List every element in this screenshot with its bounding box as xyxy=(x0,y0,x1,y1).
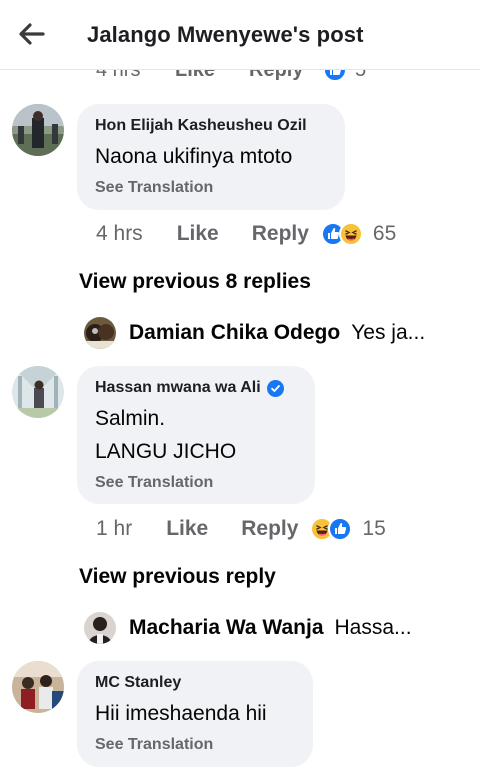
avatar xyxy=(84,612,116,644)
comment-time: 4 hrs xyxy=(96,222,143,245)
comment-actions: 1 hr Like Reply 15 xyxy=(96,515,386,543)
top-bar: Jalango Mwenyewe's post xyxy=(0,0,480,70)
comment-bubble[interactable]: Hon Elijah Kasheusheu Ozil Naona ukifiny… xyxy=(77,104,345,210)
comment-text: Naona ukifinya mtoto xyxy=(95,145,293,168)
see-translation-link[interactable]: See Translation xyxy=(95,474,297,492)
like-button[interactable]: Like xyxy=(166,517,208,541)
comment-author-name[interactable]: Hassan mwana wa Ali xyxy=(95,379,261,397)
see-translation-link[interactable]: See Translation xyxy=(95,179,327,197)
back-arrow-icon xyxy=(19,23,45,45)
view-previous-replies-link[interactable]: View previous 8 replies xyxy=(79,270,311,294)
reply-text: Yes ja... xyxy=(351,321,426,344)
reply-preview[interactable]: Damian Chika Odego Yes ja... xyxy=(84,317,474,349)
reaction-count[interactable]: 65 xyxy=(373,222,396,246)
comment-author[interactable]: MC Stanley xyxy=(95,674,295,692)
verified-badge-icon xyxy=(266,379,284,397)
haha-icon xyxy=(338,222,363,246)
page-title: Jalango Mwenyewe's post xyxy=(87,22,364,47)
comment-time: 1 hr xyxy=(96,517,133,540)
comment-text-line-1: Salmin. xyxy=(95,407,166,430)
comment-author[interactable]: Hon Elijah Kasheusheu Ozil xyxy=(95,117,327,135)
reactions[interactable] xyxy=(320,222,363,246)
reactions[interactable] xyxy=(310,517,353,541)
comment-text-line-2: LANGU JICHO xyxy=(95,440,237,463)
avatar[interactable] xyxy=(12,366,64,418)
reply-button[interactable]: Reply xyxy=(252,222,309,246)
like-button[interactable]: Like xyxy=(177,222,219,246)
comment-bubble[interactable]: Hassan mwana wa Ali Salmin. LANGU JICHO … xyxy=(77,366,315,504)
avatar xyxy=(84,317,116,349)
view-previous-reply-link[interactable]: View previous reply xyxy=(79,565,276,589)
comment-actions: 4 hrs Like Reply 65 xyxy=(96,220,396,248)
see-translation-link[interactable]: See Translation xyxy=(95,736,295,754)
comment-author[interactable]: Hassan mwana wa Ali xyxy=(95,379,297,397)
reply-preview[interactable]: Macharia Wa Wanja Hassa... xyxy=(84,612,474,644)
reaction-count[interactable]: 15 xyxy=(362,517,385,541)
reply-button[interactable]: Reply xyxy=(241,517,298,541)
comment-text: Hii imeshaenda hii xyxy=(95,702,267,725)
like-icon xyxy=(328,517,353,541)
avatar[interactable] xyxy=(12,104,64,156)
avatar[interactable] xyxy=(12,661,64,713)
reply-author[interactable]: Macharia Wa Wanja xyxy=(129,616,324,640)
comment-bubble[interactable]: MC Stanley Hii imeshaenda hii See Transl… xyxy=(77,661,313,767)
reply-text: Hassa... xyxy=(334,616,412,639)
reply-author[interactable]: Damian Chika Odego xyxy=(129,321,340,345)
back-button[interactable] xyxy=(14,16,50,52)
